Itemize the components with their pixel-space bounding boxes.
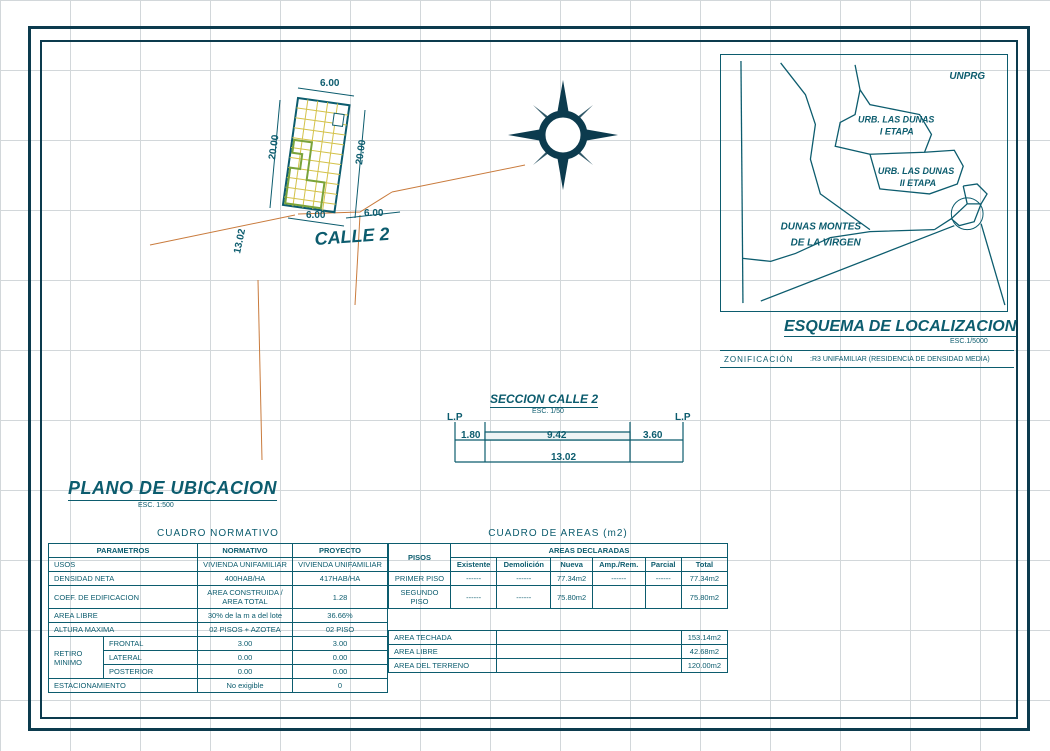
zon-value: :R3 UNIFAMILIAR (RESIDENCIA DE DENSIDAD … — [810, 356, 1014, 363]
street-label: CALLE 2 — [314, 224, 390, 249]
locator-label-d1b: I ETAPA — [880, 126, 914, 136]
cn-row-param: ALTURA MAXIMA — [49, 623, 198, 637]
sec-total: 13.02 — [551, 452, 576, 463]
locator-map: UNPRG URB. LAS DUNAS I ETAPA URB. LAS DU… — [720, 54, 1008, 312]
locator-label-d2a: URB. LAS DUNAS — [878, 166, 954, 176]
zonificacion-row: ZONIFICACIÓN :R3 UNIFAMILIAR (RESIDENCIA… — [720, 350, 1014, 368]
cuadro-normativo: CUADRO NORMATIVO PARAMETROS NORMATIVO PR… — [48, 524, 388, 693]
cuadro-areas: CUADRO DE AREAS (m2) PISOS AREAS DECLARA… — [388, 524, 728, 673]
sec-left: 1.80 — [461, 430, 481, 441]
locator-label-unprg: UNPRG — [949, 71, 985, 82]
section-drawing: L.P L.P 1.80 9.42 3.60 13.02 — [435, 392, 695, 492]
dim-right: 20.00 — [354, 139, 368, 166]
locator-label-m1: DUNAS MONTES — [781, 222, 862, 233]
title-ubicacion-esc: ESC. 1:500 — [138, 502, 174, 509]
dim-br: 6.00 — [364, 208, 384, 219]
cn-row-param: DENSIDAD NETA — [49, 572, 198, 586]
cn-row-param: AREA LIBRE — [49, 609, 198, 623]
cn-estac: ESTACIONAMIENTO — [49, 679, 198, 693]
sec-right: 3.60 — [643, 430, 663, 441]
dim-left: 20.00 — [267, 134, 281, 161]
dim-top: 6.00 — [320, 78, 340, 89]
sec-mid: 9.42 — [547, 430, 567, 441]
dim-street-w: 13.02 — [232, 227, 248, 254]
cn-row-param: USOS — [49, 558, 198, 572]
cn-row-param: COEF. DE EDIFICACION — [49, 586, 198, 609]
svg-text:L.P: L.P — [447, 412, 463, 423]
locator-label-m2: DE LA VIRGEN — [791, 238, 862, 249]
cn-h-param: PARAMETROS — [49, 544, 198, 558]
svg-text:L.P: L.P — [675, 412, 691, 423]
title-localizacion-esc: ESC.1/5000 — [950, 338, 988, 345]
locator-label-d1a: URB. LAS DUNAS — [858, 114, 934, 124]
cn-h-norm: NORMATIVO — [198, 544, 293, 558]
cn-h-proy: PROYECTO — [293, 544, 388, 558]
zon-label: ZONIFICACIÓN — [720, 355, 810, 364]
cn-title: CUADRO NORMATIVO — [48, 524, 388, 543]
ca-title: CUADRO DE AREAS (m2) — [388, 524, 728, 543]
locator-label-d2b: II ETAPA — [900, 178, 936, 188]
title-ubicacion: PLANO DE UBICACION — [68, 478, 277, 499]
title-localizacion: ESQUEMA DE LOCALIZACION — [784, 318, 1016, 336]
dim-bl: 6.00 — [306, 210, 326, 221]
